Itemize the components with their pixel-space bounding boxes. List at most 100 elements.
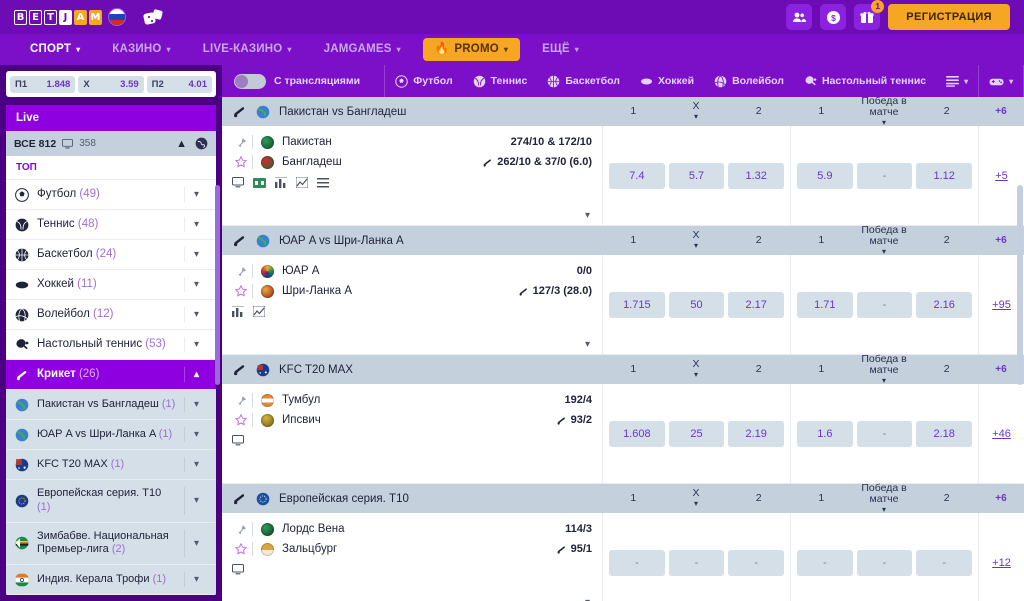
expand-match-chevron-down-icon[interactable]: ▾ xyxy=(585,339,590,350)
sidebar-all-row[interactable]: ВСЕ 812 358 ▲ xyxy=(6,131,216,156)
odds-col-x[interactable]: X ▾ xyxy=(665,484,728,513)
odds-col-x[interactable]: X ▾ xyxy=(665,226,728,255)
collapse-all-icon[interactable]: ▲ xyxy=(176,138,187,150)
odds-col-x[interactable]: X ▾ xyxy=(665,97,728,126)
chart-icon[interactable] xyxy=(296,177,308,188)
odd-button-win-match[interactable]: - xyxy=(856,162,913,189)
pin-icon[interactable] xyxy=(230,137,252,148)
chevron-down-icon[interactable]: ▾ xyxy=(184,529,208,557)
odd-button-win-1[interactable]: 5.9 xyxy=(797,162,853,189)
brand-logo[interactable]: B E T J A M xyxy=(14,9,125,25)
more-markets-link[interactable]: +46 xyxy=(992,428,1011,440)
sidebar-item-volleyball[interactable]: Волейбол (12) ▾ xyxy=(6,300,216,330)
sidebar-item-zimbabwe-premier[interactable]: Зимбабве. Национальная Премьер-лига (2) … xyxy=(6,522,216,565)
chevron-down-icon[interactable]: ▾ xyxy=(184,487,208,515)
odd-button-win-match[interactable]: - xyxy=(856,549,913,576)
odd-button-win-2[interactable]: 2.16 xyxy=(916,291,973,318)
odd-button-win-match[interactable]: - xyxy=(856,291,913,318)
referrals-icon[interactable] xyxy=(786,4,813,30)
streams-toggle-wrap[interactable]: С трансляциями xyxy=(222,73,384,89)
betslip-cell-p1[interactable]: П1 1.848 xyxy=(10,76,76,93)
odd-button-2[interactable]: 2.19 xyxy=(728,420,785,447)
odd-button-1[interactable]: 7.4 xyxy=(609,162,665,189)
chevron-down-icon[interactable]: ▾ xyxy=(184,217,208,232)
scoreboard-icon[interactable] xyxy=(253,177,266,188)
odd-button-win-2[interactable]: 2.18 xyxy=(916,420,973,447)
odds-col-win-match[interactable]: Победа в матче ▾ xyxy=(853,353,916,384)
chevron-down-icon[interactable]: ▾ xyxy=(184,337,208,352)
odd-button-win-2[interactable]: 1.12 xyxy=(916,162,973,189)
chevron-down-icon[interactable]: ▾ xyxy=(184,187,208,202)
stats-icon[interactable] xyxy=(232,306,244,317)
nav-item-live-casino[interactable]: LIVE-КАЗИНО ▾ xyxy=(187,34,308,65)
league-header-left[interactable]: Пакистан vs Бангладеш xyxy=(222,97,602,126)
list-icon[interactable] xyxy=(317,177,329,188)
gift-icon[interactable]: 1 xyxy=(854,0,885,30)
more-markets-link[interactable]: +12 xyxy=(992,557,1011,569)
globe-icon[interactable] xyxy=(195,137,208,150)
odd-button-2[interactable]: - xyxy=(728,549,785,576)
odd-button-win-1[interactable]: - xyxy=(797,549,853,576)
tv-icon[interactable] xyxy=(232,564,244,575)
chevron-down-icon[interactable]: ▾ xyxy=(184,427,208,442)
filter-chip-table-tennis[interactable]: Настольный теннис xyxy=(794,75,936,88)
favorite-star-icon[interactable] xyxy=(230,156,252,168)
dice-icon[interactable] xyxy=(143,8,165,26)
nav-item-more[interactable]: ЕЩЁ ▾ xyxy=(526,34,595,65)
sidebar-item-sa-vs-sl[interactable]: ЮАР A vs Шри-Ланка A (1) ▾ xyxy=(6,420,216,450)
odd-button-2[interactable]: 2.17 xyxy=(728,291,785,318)
filter-chip-basketball[interactable]: Баскетбол xyxy=(537,75,630,88)
content-scrollbar[interactable] xyxy=(1017,185,1023,385)
betslip-cell-x[interactable]: X 3.59 xyxy=(78,76,144,93)
chevron-down-icon[interactable]: ▾ xyxy=(184,397,208,412)
league-header-left[interactable]: Европейская серия. T10 xyxy=(222,484,602,513)
chevron-down-icon[interactable]: ▾ xyxy=(184,277,208,292)
pin-icon[interactable] xyxy=(230,524,252,535)
streams-toggle[interactable] xyxy=(234,73,266,89)
odd-button-x[interactable]: - xyxy=(668,549,725,576)
league-header-left[interactable]: KFC T20 MAX xyxy=(222,355,602,384)
odd-button-1[interactable]: 1.715 xyxy=(609,291,665,318)
odd-button-1[interactable]: 1.608 xyxy=(609,420,665,447)
odds-col-x[interactable]: X ▾ xyxy=(665,355,728,384)
sidebar-item-hockey[interactable]: Хоккей (11) ▾ xyxy=(6,270,216,300)
more-markets-link[interactable]: +5 xyxy=(995,170,1008,182)
odd-button-x[interactable]: 25 xyxy=(668,420,725,447)
sidebar-scrollbar[interactable] xyxy=(215,185,220,385)
sidebar-item-tennis[interactable]: Теннис (48) ▾ xyxy=(6,210,216,240)
odd-button-win-match[interactable]: - xyxy=(856,420,913,447)
pin-icon[interactable] xyxy=(230,395,252,406)
favorite-star-icon[interactable] xyxy=(230,543,252,555)
money-icon[interactable]: $ xyxy=(820,4,847,30)
sidebar-item-football[interactable]: Футбол (49) ▾ xyxy=(6,180,216,210)
odds-col-win-match[interactable]: Победа в матче ▾ xyxy=(853,97,916,127)
odd-button-1[interactable]: - xyxy=(609,549,665,576)
sidebar-item-cricket[interactable]: Крикет (26) ▴ xyxy=(6,360,216,390)
odd-button-x[interactable]: 50 xyxy=(668,291,725,318)
filter-chip-tennis[interactable]: Теннис xyxy=(463,75,538,88)
register-button[interactable]: РЕГИСТРАЦИЯ xyxy=(888,4,1010,30)
stats-icon[interactable] xyxy=(275,177,287,188)
filter-list-menu[interactable]: ▾ xyxy=(936,75,978,87)
chevron-down-icon[interactable]: ▾ xyxy=(184,307,208,322)
chevron-up-icon[interactable]: ▴ xyxy=(184,367,208,382)
odd-button-2[interactable]: 1.32 xyxy=(728,162,785,189)
odd-button-win-2[interactable]: - xyxy=(916,549,973,576)
filter-chip-hockey[interactable]: Хоккей xyxy=(630,75,704,88)
favorite-star-icon[interactable] xyxy=(230,285,252,297)
nav-item-jamgames[interactable]: JAMGAMES ▾ xyxy=(308,34,417,65)
more-markets-link[interactable]: +95 xyxy=(992,299,1011,311)
odds-col-win-match[interactable]: Победа в матче ▾ xyxy=(853,482,916,513)
chevron-down-icon[interactable]: ▾ xyxy=(184,247,208,262)
league-header-left[interactable]: ЮАР A vs Шри-Ланка A xyxy=(222,226,602,255)
sidebar-item-table-tennis[interactable]: Настольный теннис (53) ▾ xyxy=(6,330,216,360)
betslip-cell-p2[interactable]: П2 4.01 xyxy=(146,76,212,93)
nav-item-promo[interactable]: 🔥 PROMO ▾ xyxy=(422,38,521,61)
odd-button-win-1[interactable]: 1.71 xyxy=(797,291,853,318)
expand-match-chevron-down-icon[interactable]: ▾ xyxy=(585,597,590,601)
tv-icon[interactable] xyxy=(232,435,244,446)
filter-chip-football[interactable]: Футбол xyxy=(385,74,462,88)
nav-item-casino[interactable]: КАЗИНО ▾ xyxy=(96,34,186,65)
filter-chip-volleyball[interactable]: Волейбол xyxy=(704,74,794,88)
sidebar-item-kfc-t20-max[interactable]: KFC T20 MAX (1) ▾ xyxy=(6,450,216,480)
